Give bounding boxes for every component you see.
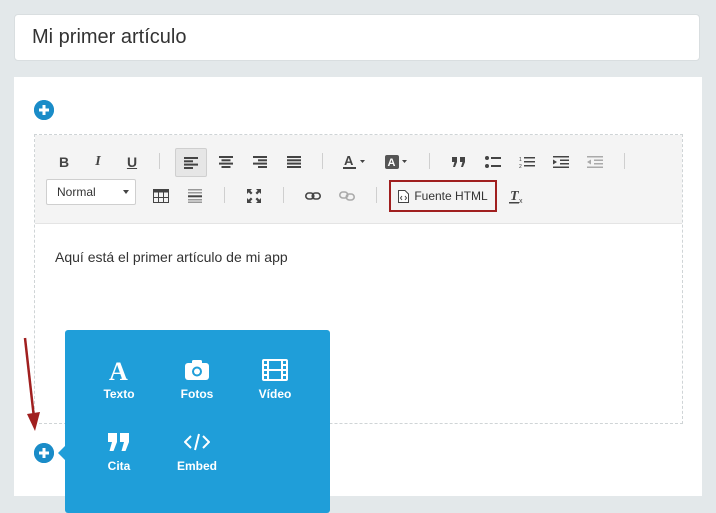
quote-icon (452, 157, 465, 167)
film-icon (262, 359, 288, 381)
format-select-value: Normal (57, 185, 96, 199)
insert-quote-label: Cita (107, 459, 131, 473)
svg-text:x: x (519, 198, 523, 204)
maximize-icon (247, 189, 261, 203)
horizontal-rule-icon (188, 189, 202, 203)
toolbar-separator (224, 187, 225, 203)
indent-button[interactable] (549, 149, 573, 175)
camera-icon (185, 360, 209, 380)
insert-block-menu: A Texto Fotos Vídeo Cita Embed (65, 330, 330, 513)
title-input-value: Mi primer artículo (32, 26, 187, 48)
source-html-label: Fuente HTML (414, 189, 488, 203)
unlink-button[interactable] (335, 183, 359, 209)
chevron-down-icon (123, 190, 129, 194)
plus-icon (34, 443, 54, 463)
align-left-button[interactable] (175, 148, 207, 177)
indent-icon (553, 156, 569, 168)
italic-button[interactable]: I (87, 149, 109, 175)
bulleted-list-button[interactable] (481, 149, 505, 175)
insert-video-label: Vídeo (258, 387, 292, 401)
background-color-button[interactable]: A (383, 149, 411, 175)
insert-video-option[interactable]: Vídeo (240, 356, 310, 401)
editor-content[interactable]: Aquí está el primer artículo de mi app (55, 249, 288, 265)
align-center-button[interactable] (215, 149, 237, 175)
toolbar-separator (429, 153, 430, 169)
link-button[interactable] (301, 183, 325, 209)
svg-text:A: A (388, 157, 396, 169)
underline-button[interactable]: U (121, 149, 143, 175)
insert-embed-label: Embed (176, 459, 217, 473)
insert-text-label: Texto (103, 387, 135, 401)
toolbar-separator (159, 153, 160, 169)
table-icon (153, 189, 169, 203)
link-icon (305, 192, 321, 200)
add-block-bottom-button[interactable] (34, 443, 54, 463)
horizontal-rule-button[interactable] (183, 183, 207, 209)
clear-format-icon: T x (509, 189, 523, 204)
align-justify-icon (287, 156, 301, 168)
toolbar-separator (376, 187, 377, 203)
add-block-top-button[interactable] (34, 100, 54, 120)
align-center-icon (219, 156, 233, 168)
code-icon (184, 433, 210, 451)
insert-photos-option[interactable]: Fotos (162, 356, 232, 401)
insert-table-button[interactable] (149, 183, 173, 209)
svg-text:1: 1 (519, 157, 522, 163)
remove-format-button[interactable]: T x (505, 183, 529, 209)
text-icon: A (109, 358, 128, 382)
background-color-icon: A (385, 155, 407, 169)
title-input[interactable]: Mi primer artículo (14, 14, 700, 61)
align-right-button[interactable] (249, 149, 271, 175)
toolbar-separator (322, 153, 323, 169)
insert-quote-option[interactable]: Cita (84, 428, 154, 473)
unlink-icon (339, 191, 355, 201)
insert-photos-label: Fotos (180, 387, 214, 401)
outdent-icon (587, 156, 603, 168)
align-right-icon (253, 156, 267, 168)
source-html-button[interactable]: Fuente HTML (389, 180, 497, 212)
bulleted-list-icon (485, 156, 501, 168)
quote-icon (108, 433, 129, 451)
maximize-button[interactable] (242, 183, 266, 209)
editor-toolbar: B I U A A 1 2 Normal Fuente HTML T x (35, 135, 682, 224)
text-color-icon: A (343, 154, 365, 169)
bold-button[interactable]: B (53, 149, 75, 175)
insert-embed-option[interactable]: Embed (162, 428, 232, 473)
file-code-icon (398, 189, 410, 203)
numbered-list-button[interactable]: 1 2 (515, 149, 539, 175)
popup-caret (58, 446, 65, 460)
blockquote-button[interactable] (447, 149, 471, 175)
plus-icon (34, 100, 54, 120)
svg-text:2: 2 (519, 164, 522, 169)
insert-text-option[interactable]: A Texto (84, 356, 154, 401)
annotation-arrow-icon (23, 337, 40, 431)
outdent-button[interactable] (583, 149, 607, 175)
toolbar-separator (624, 153, 625, 169)
toolbar-separator (283, 187, 284, 203)
numbered-list-icon: 1 2 (519, 156, 535, 169)
svg-text:A: A (344, 154, 354, 168)
format-select[interactable]: Normal (46, 179, 136, 205)
svg-text:A: A (109, 358, 128, 382)
text-color-button[interactable]: A (341, 149, 369, 175)
align-justify-button[interactable] (283, 149, 305, 175)
align-left-icon (184, 156, 198, 169)
